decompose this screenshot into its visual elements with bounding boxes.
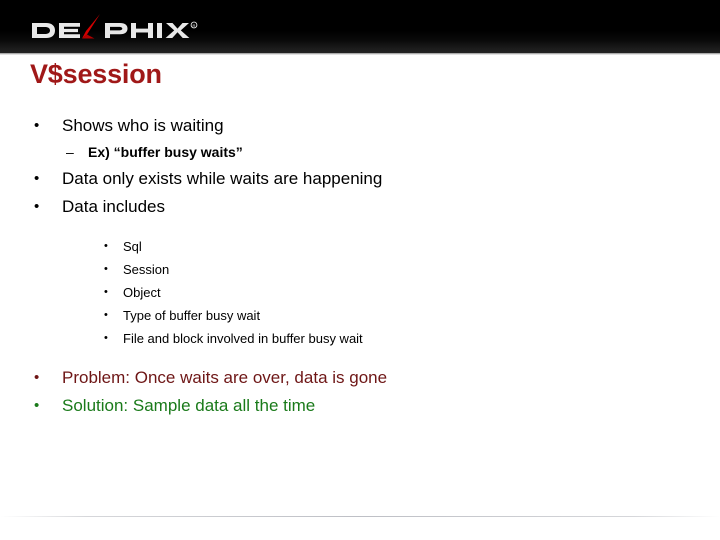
bullet-marker: • xyxy=(104,240,108,252)
bullet-text: Type of buffer busy wait xyxy=(123,308,261,323)
header-divider xyxy=(0,53,720,55)
bullet-item: • Type of buffer busy wait xyxy=(0,304,720,327)
dash-marker: – xyxy=(66,144,74,160)
delphix-swoosh-icon xyxy=(82,14,100,39)
bullet-item: • Data includes xyxy=(0,193,720,221)
bullet-marker: • xyxy=(34,117,40,134)
bullet-text: Object xyxy=(123,285,161,300)
bullet-text: Data only exists while waits are happeni… xyxy=(62,169,383,188)
bullet-item: • File and block involved in buffer busy… xyxy=(0,327,720,350)
svg-text:R: R xyxy=(193,23,196,28)
bullet-item: • Shows who is waiting xyxy=(0,112,720,140)
bullet-marker: • xyxy=(104,332,108,344)
bullet-text: Session xyxy=(123,262,170,277)
bullet-text: Data includes xyxy=(62,197,166,216)
bullet-item: • Sql xyxy=(0,235,720,258)
delphix-logo: R xyxy=(30,12,200,44)
slide-body: • Shows who is waiting – Ex) “buffer bus… xyxy=(0,112,720,420)
bullet-marker: • xyxy=(104,286,108,298)
bullet-marker: • xyxy=(34,397,40,414)
bullet-text: Sql xyxy=(123,239,142,254)
bullet-item: • Data only exists while waits are happe… xyxy=(0,165,720,193)
bullet-item: • Session xyxy=(0,258,720,281)
bullet-text: Problem: Once waits are over, data is go… xyxy=(62,368,388,387)
presentation-slide: R V$session • Shows who is waiting – Ex)… xyxy=(0,0,720,540)
delphix-logo-svg: R xyxy=(32,14,198,39)
bullet-item-solution: • Solution: Sample data all the time xyxy=(0,392,720,420)
bullet-item: • Object xyxy=(0,281,720,304)
bullet-item-problem: • Problem: Once waits are over, data is … xyxy=(0,364,720,392)
bullet-marker: • xyxy=(34,198,40,215)
bullet-marker: • xyxy=(34,170,40,187)
bullet-text: Shows who is waiting xyxy=(62,116,224,135)
bullet-marker: • xyxy=(104,309,108,321)
bullet-item: – Ex) “buffer busy waits” xyxy=(0,140,720,165)
page-title: V$session xyxy=(30,59,162,89)
bullet-marker: • xyxy=(104,263,108,275)
bullet-text: File and block involved in buffer busy w… xyxy=(123,331,363,346)
bullet-text: Solution: Sample data all the time xyxy=(62,396,316,415)
bullet-text: Ex) “buffer busy waits” xyxy=(88,144,243,160)
bullet-marker: • xyxy=(34,369,40,386)
footer-divider xyxy=(0,516,720,517)
